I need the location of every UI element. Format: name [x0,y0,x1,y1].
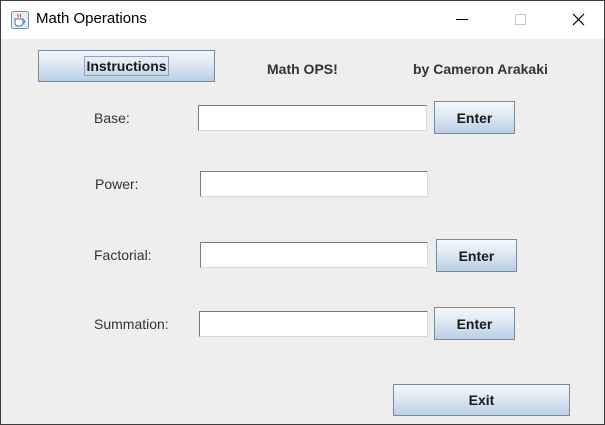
base-enter-button[interactable]: Enter [434,101,515,134]
summation-label: Summation: [94,316,169,332]
base-label: Base: [94,110,130,126]
summation-input[interactable] [199,311,428,337]
power-label: Power: [95,176,139,192]
maximize-icon [515,14,526,25]
summation-enter-button[interactable]: Enter [434,307,515,340]
instructions-button-label: Instructions [84,56,169,76]
factorial-enter-button[interactable]: Enter [436,239,517,272]
maximize-button[interactable] [497,1,543,39]
base-input[interactable] [198,105,427,131]
window-title: Math Operations [36,10,147,27]
factorial-label: Factorial: [94,247,152,263]
title-bar[interactable]: Math Operations [1,1,604,39]
power-input[interactable] [200,171,428,197]
close-button[interactable] [555,1,601,39]
factorial-input[interactable] [200,242,428,268]
minimize-button[interactable] [439,1,485,39]
math-operations-window: Math Operations Instructions Math OPS! b… [0,0,605,425]
close-icon [572,13,585,26]
app-name-label: Math OPS! [267,61,338,77]
java-coffee-cup-icon[interactable] [11,11,29,29]
exit-button[interactable]: Exit [393,384,570,416]
minimize-icon [456,19,468,20]
author-label: by Cameron Arakaki [413,61,548,77]
instructions-button[interactable]: Instructions [38,50,215,82]
